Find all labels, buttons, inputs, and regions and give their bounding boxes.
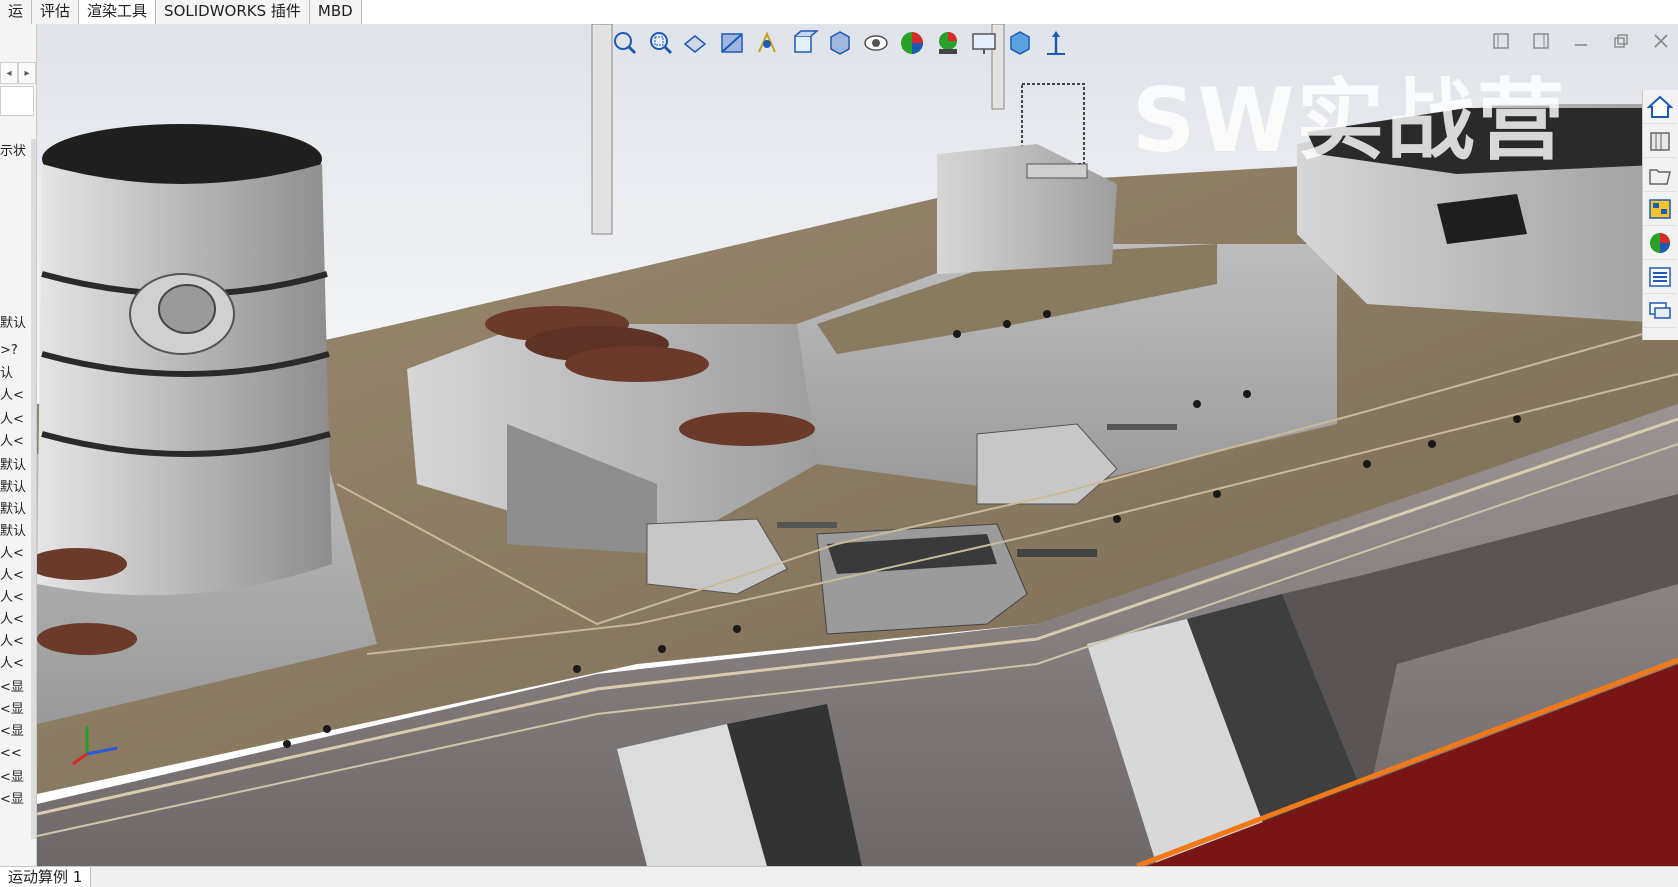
- gun-barrel-a: [1017, 549, 1097, 557]
- searchlight-left-lens: [158, 284, 216, 334]
- display-pane-icon[interactable]: [1003, 27, 1037, 59]
- solidworks-window: 运 评估 渲染工具 SOLIDWORKS 插件 MBD ◂ ▸ 示状 默认 >? 认人…: [0, 0, 1678, 887]
- tile-left-icon[interactable]: [1490, 30, 1512, 52]
- home-icon[interactable]: [1643, 90, 1677, 124]
- dynamic-annotation-icon[interactable]: [751, 27, 785, 59]
- tab-mbd[interactable]: MBD: [309, 0, 362, 24]
- status-bar: 运动算例 1: [0, 866, 1678, 887]
- ribbon-tab-bar: 运 评估 渲染工具 SOLIDWORKS 插件 MBD: [0, 0, 362, 24]
- triad-icon[interactable]: [1039, 27, 1073, 59]
- forum-icon[interactable]: [1643, 294, 1677, 328]
- panel-filter-field[interactable]: [0, 86, 34, 116]
- director-barrel: [1026, 163, 1088, 179]
- view-palette-icon[interactable]: [1643, 192, 1677, 226]
- lifeboat-3: [565, 346, 709, 382]
- hide-show-items-icon[interactable]: [859, 27, 893, 59]
- edit-appearance-icon[interactable]: [895, 27, 929, 59]
- feature-tree-scrollbar[interactable]: [31, 139, 36, 839]
- tile-right-icon[interactable]: [1530, 30, 1552, 52]
- panel-nav-arrows: ◂ ▸: [0, 62, 36, 84]
- close-icon[interactable]: [1650, 30, 1672, 52]
- feature-manager-panel: ◂ ▸ 示状 默认 >? 认人< 人< 人< 默认 默认 默认 默认 人< 人< 人< 人< 人< 人< <显 <…: [0, 24, 37, 866]
- zoom-area-icon[interactable]: [643, 27, 677, 59]
- view-settings-icon[interactable]: [967, 27, 1001, 59]
- tab-evaluate[interactable]: 评估: [32, 0, 80, 24]
- panel-nav-right-button[interactable]: ▸: [18, 62, 36, 84]
- custom-properties-icon[interactable]: [1643, 260, 1677, 294]
- zoom-to-fit-icon[interactable]: [607, 27, 641, 59]
- funnel-body: [37, 164, 332, 596]
- gun-barrel-c: [777, 522, 837, 528]
- gun-barrel-b: [1107, 424, 1177, 430]
- apply-scene-icon[interactable]: [931, 27, 965, 59]
- panel-nav-left-button[interactable]: ◂: [0, 62, 18, 84]
- watermark-logo: SW实战营: [1132, 69, 1567, 172]
- motion-study-tab[interactable]: 运动算例 1: [0, 867, 92, 887]
- section-view-icon[interactable]: [715, 27, 749, 59]
- display-style-icon[interactable]: [823, 27, 857, 59]
- tab-solidworks-addins[interactable]: SOLIDWORKS 插件: [156, 0, 310, 24]
- window-controls: [1490, 30, 1672, 52]
- lifeboat-4: [679, 412, 815, 446]
- restore-icon[interactable]: [1610, 30, 1632, 52]
- file-explorer-icon[interactable]: [1643, 158, 1677, 192]
- task-pane: [1642, 90, 1678, 340]
- tab-render-tools[interactable]: 渲染工具: [79, 0, 157, 24]
- appearances-icon[interactable]: [1643, 226, 1677, 260]
- graphics-viewport[interactable]: SW实战营: [37, 24, 1678, 866]
- minimize-icon[interactable]: [1570, 30, 1592, 52]
- previous-view-icon[interactable]: [679, 27, 713, 59]
- lifeboat-6: [37, 623, 137, 655]
- tab-operate[interactable]: 运: [0, 0, 33, 24]
- design-library-icon[interactable]: [1643, 124, 1677, 158]
- view-orientation-icon[interactable]: [787, 27, 821, 59]
- heads-up-view-toolbar: [607, 26, 1073, 60]
